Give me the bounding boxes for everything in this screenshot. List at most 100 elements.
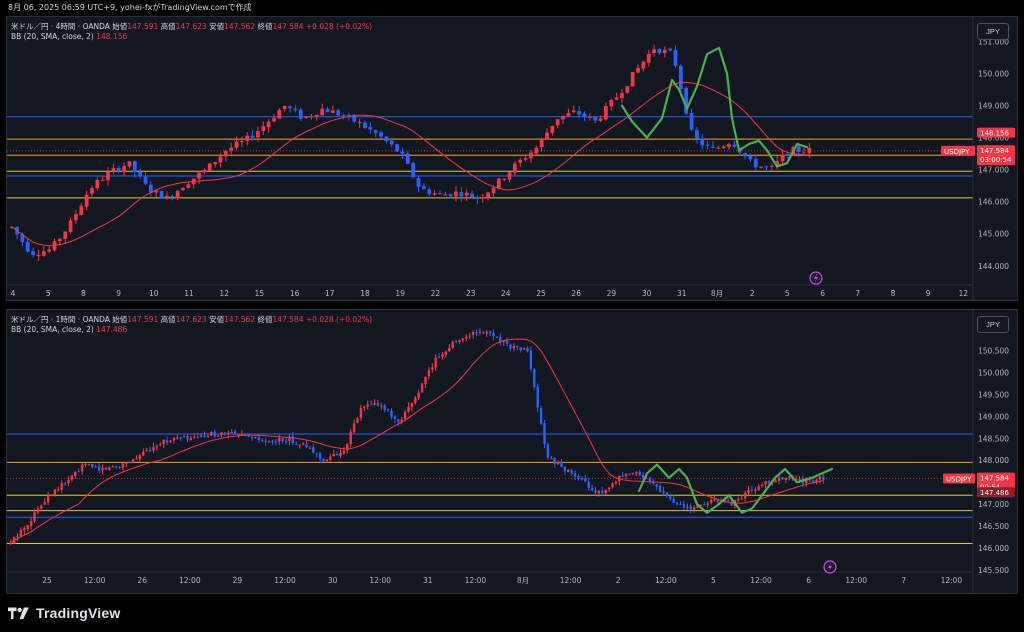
candle-body xyxy=(630,72,635,87)
candle-body xyxy=(322,458,325,462)
svg-text:147.584: 147.584 xyxy=(980,475,1009,483)
candle-body xyxy=(424,376,427,385)
candle-body xyxy=(577,110,582,115)
time-tick-label: 9 xyxy=(116,289,121,298)
candle-body xyxy=(256,131,260,138)
candle-body xyxy=(604,489,607,494)
candle-body xyxy=(230,431,233,433)
candle-body xyxy=(278,437,281,442)
close-label: 終値 xyxy=(257,22,273,31)
price-tick-label: 146.000 xyxy=(978,198,1009,207)
currency-button[interactable]: JPY xyxy=(977,316,1009,333)
chart-canvas-4h[interactable]: 151.000150.000149.000148.000147.000146.0… xyxy=(7,17,1017,300)
candle-body xyxy=(580,478,584,480)
chart-panel-4h[interactable]: 151.000 150.000 149.000 148.000 147.000 146.0… xyxy=(6,16,1018,301)
time-tick-label: 12:00 xyxy=(465,576,487,585)
bb-value: 147.486 xyxy=(96,325,128,334)
chart-panel-1h[interactable]: 151.000150.500150.000149.500149.000148.5… xyxy=(6,309,1018,594)
bb-legend-4h[interactable]: BB (20, SMA, close, 2) 148.156 xyxy=(11,32,127,41)
candle-body xyxy=(672,498,675,503)
price-tick-label: 145.500 xyxy=(978,566,1009,575)
candle-body xyxy=(335,453,339,456)
candle-body xyxy=(138,172,143,177)
candle-body xyxy=(705,144,710,146)
candle-body xyxy=(250,135,255,138)
currency-button[interactable]: JPY xyxy=(977,23,1009,40)
candle-body xyxy=(196,436,199,438)
time-tick-label: 15 xyxy=(255,289,265,298)
low-value: 147.562 xyxy=(224,315,256,324)
candle-body xyxy=(533,369,536,388)
candle-body xyxy=(802,152,806,154)
low-label: 安値 xyxy=(209,22,225,31)
candle-body xyxy=(658,486,662,492)
candle-body xyxy=(492,332,495,337)
candle-body xyxy=(240,433,244,435)
candle-body xyxy=(397,419,400,423)
candle-body xyxy=(298,109,303,119)
candle-body xyxy=(159,444,162,446)
candle-body xyxy=(624,473,628,477)
candle-body xyxy=(376,402,380,406)
candle-body xyxy=(678,65,683,90)
bb-legend-1h[interactable]: BB (20, SMA, close, 2) 147.486 xyxy=(11,325,127,334)
candle-body xyxy=(529,152,533,159)
candle-body xyxy=(416,178,421,187)
candle-body xyxy=(689,112,694,130)
candle-body xyxy=(239,140,244,142)
candle-body xyxy=(777,477,781,481)
candle-body xyxy=(652,49,656,53)
candle-body xyxy=(607,487,611,490)
candle-body xyxy=(748,155,753,160)
time-tick-label: 17 xyxy=(325,289,335,298)
candle-body xyxy=(587,481,590,488)
candle-body xyxy=(229,147,234,151)
candle-body xyxy=(274,441,278,443)
candle-body xyxy=(523,158,528,160)
snapshot-caption: 8月 06, 2025 06:59 UTC+9, yohei-fxがTradin… xyxy=(8,3,252,12)
candle-body xyxy=(657,48,662,54)
candle-body xyxy=(128,462,131,464)
candle-body xyxy=(601,490,604,493)
candle-body xyxy=(411,162,416,178)
price-tick-label: 146.000 xyxy=(978,544,1009,553)
candle-body xyxy=(356,418,359,423)
candle-body xyxy=(727,144,731,148)
candle-body xyxy=(470,193,474,198)
candle-body xyxy=(529,350,533,369)
candle-body xyxy=(516,345,519,348)
candle-body xyxy=(635,472,638,474)
price-tick-label: 147.000 xyxy=(978,166,1009,175)
candle-body xyxy=(686,506,689,508)
candle-body xyxy=(563,467,567,472)
candle-body xyxy=(216,435,220,437)
candle-body xyxy=(332,453,335,457)
candle-body xyxy=(539,138,544,148)
chart-canvas-1h[interactable]: 151.000150.500150.000149.500149.000148.5… xyxy=(7,310,1017,593)
candle-body xyxy=(57,238,62,242)
candle-body xyxy=(197,172,201,179)
candle-body xyxy=(250,437,254,439)
candle-body xyxy=(77,471,80,473)
candle-body xyxy=(264,440,267,442)
symbol-tag: USDJPY xyxy=(943,473,975,484)
candle-body xyxy=(567,469,570,473)
time-tick-label: 16 xyxy=(290,289,300,298)
candle-body xyxy=(407,406,410,412)
candle-body xyxy=(43,502,46,505)
candle-body xyxy=(202,169,207,173)
candle-body xyxy=(40,505,43,509)
candle-body xyxy=(281,438,284,442)
time-tick-label: 31 xyxy=(677,289,687,298)
candle-body xyxy=(700,138,705,146)
candle-body xyxy=(309,116,314,118)
price-tick-label: 149.000 xyxy=(978,412,1009,421)
candle-body xyxy=(74,214,78,221)
candle-body xyxy=(405,153,410,164)
candle-body xyxy=(526,348,529,352)
low-value: 147.562 xyxy=(224,22,256,31)
candle-body xyxy=(363,406,366,409)
candle-body xyxy=(152,446,155,451)
time-tick-label: 24 xyxy=(501,289,511,298)
time-tick-label: 12:00 xyxy=(941,576,963,585)
